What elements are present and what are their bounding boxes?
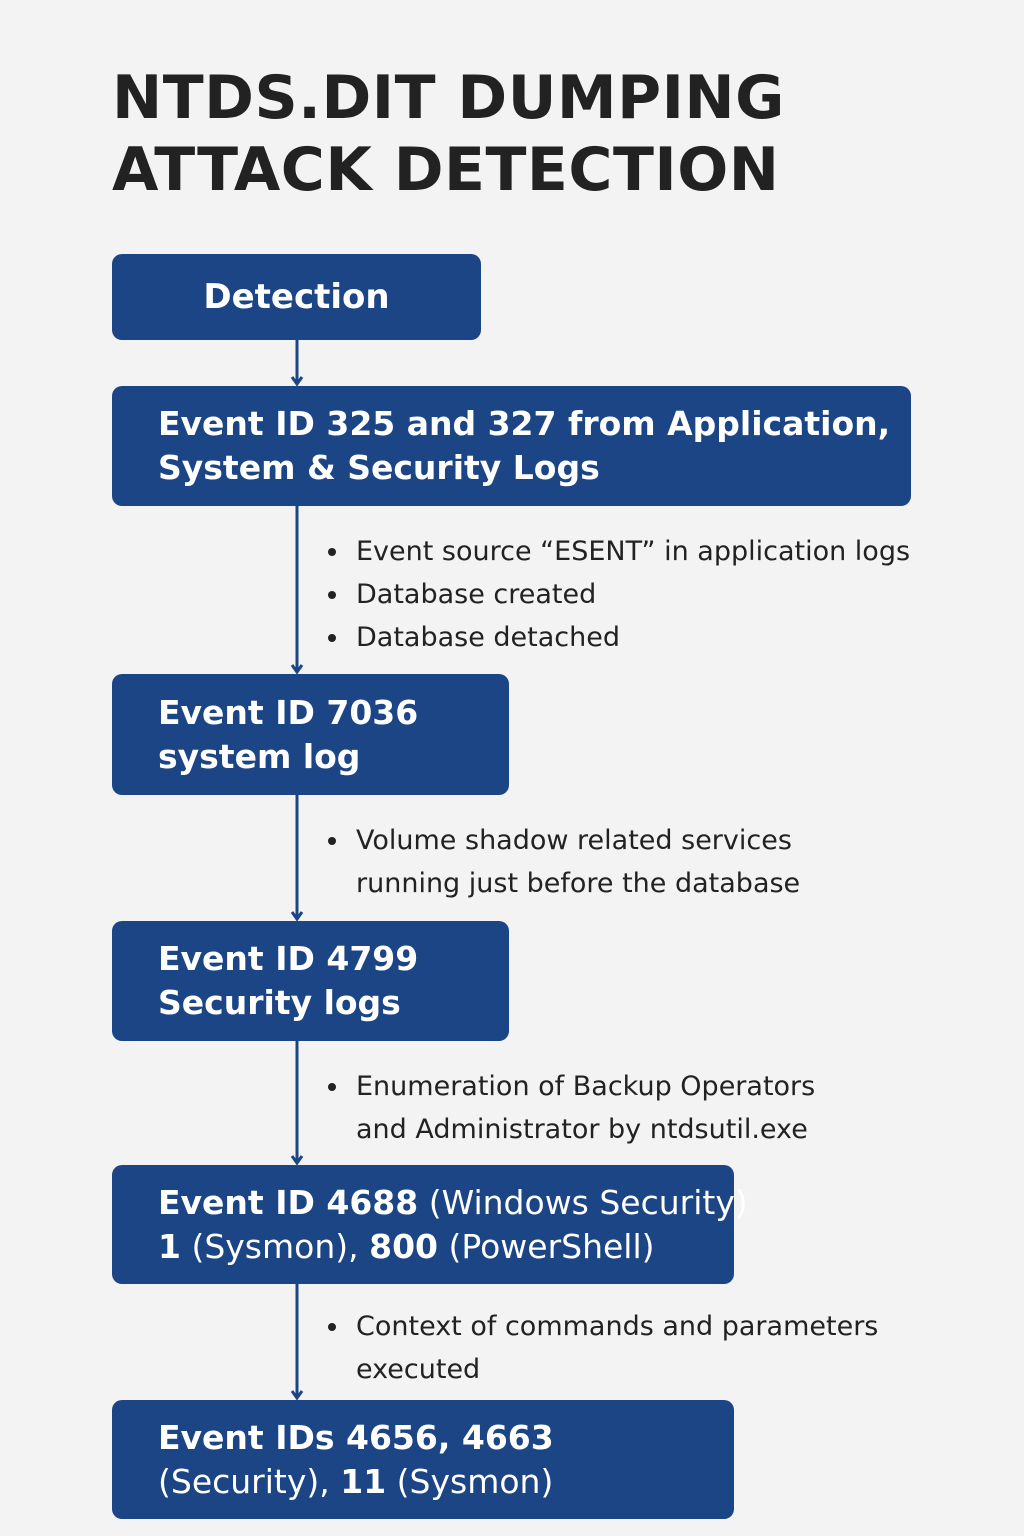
list-item: Database created (326, 573, 910, 616)
notes-event-4799: Enumeration of Backup Operators and Admi… (326, 1065, 815, 1151)
event-4688-powershell-id: 800 (369, 1226, 438, 1266)
list-item: Event source “ESENT” in application logs (326, 530, 910, 573)
title-line-2: ATTACK DETECTION (112, 135, 780, 205)
event-4656-4663-line1: Event IDs 4656, 4663 (158, 1417, 554, 1457)
bullet-icon (328, 1083, 336, 1091)
event-4688-source: (Windows Security) (418, 1182, 748, 1222)
event-4688-node: Event ID 4688 (Windows Security) 1 (Sysm… (112, 1165, 748, 1284)
bullet-icon (328, 591, 336, 599)
arrow-detection-to-event-325 (290, 340, 304, 387)
event-4688-powershell-label: (PowerShell) (438, 1226, 655, 1266)
event-4799-node: Event ID 4799 Security logs (112, 921, 509, 1041)
bullet-icon (328, 837, 336, 845)
bullet-icon (328, 548, 336, 556)
arrow-event-7036-to-event-4799 (290, 795, 304, 922)
list-item: Context of commands and parameters execu… (326, 1305, 878, 1391)
bullet-icon (328, 1323, 336, 1331)
event-4688-sysmon-id: 1 (158, 1226, 181, 1266)
event-4688-sysmon-label: (Sysmon), (180, 1226, 370, 1266)
event-4799-line1: Event ID 4799 (158, 939, 419, 978)
bullet-icon (328, 634, 336, 642)
event-7036-line1: Event ID 7036 (158, 692, 419, 732)
arrow-event-4688-to-event-4656 (290, 1284, 304, 1401)
event-4656-4663-security-label: (Security), (158, 1461, 341, 1501)
event-325-327-line1: Event ID 325 and 327 from Application, (158, 404, 891, 443)
notes-event-325-327: Event source “ESENT” in application logs… (326, 530, 910, 659)
detection-node: Detection (112, 254, 481, 340)
title-line-1: NTDS.DIT DUMPING (112, 63, 785, 133)
event-4656-4663-sysmon-id: 11 (340, 1461, 387, 1501)
arrow-event-4799-to-event-4688 (290, 1041, 304, 1166)
event-4688-id: Event ID 4688 (158, 1182, 419, 1222)
event-325-327-node: Event ID 325 and 327 from Application, S… (112, 386, 911, 506)
notes-event-7036: Volume shadow related services running j… (326, 819, 800, 905)
event-4799-line2: Security logs (158, 983, 401, 1022)
event-325-327-line2: System & Security Logs (158, 448, 600, 487)
page-title: NTDS.DIT DUMPING ATTACK DETECTION (112, 62, 785, 206)
event-4656-4663-node: Event IDs 4656, 4663 (Security), 11 (Sys… (112, 1400, 734, 1519)
arrow-event-325-to-event-7036 (290, 506, 304, 675)
event-4656-4663-sysmon-label: (Sysmon) (386, 1461, 554, 1501)
notes-event-4688: Context of commands and parameters execu… (326, 1305, 878, 1391)
list-item: Enumeration of Backup Operators and Admi… (326, 1065, 815, 1151)
event-7036-line2: system log (158, 736, 361, 776)
detection-label: Detection (203, 277, 390, 317)
list-item: Volume shadow related services running j… (326, 819, 800, 905)
list-item: Database detached (326, 616, 910, 659)
event-7036-node: Event ID 7036 system log (112, 674, 509, 795)
